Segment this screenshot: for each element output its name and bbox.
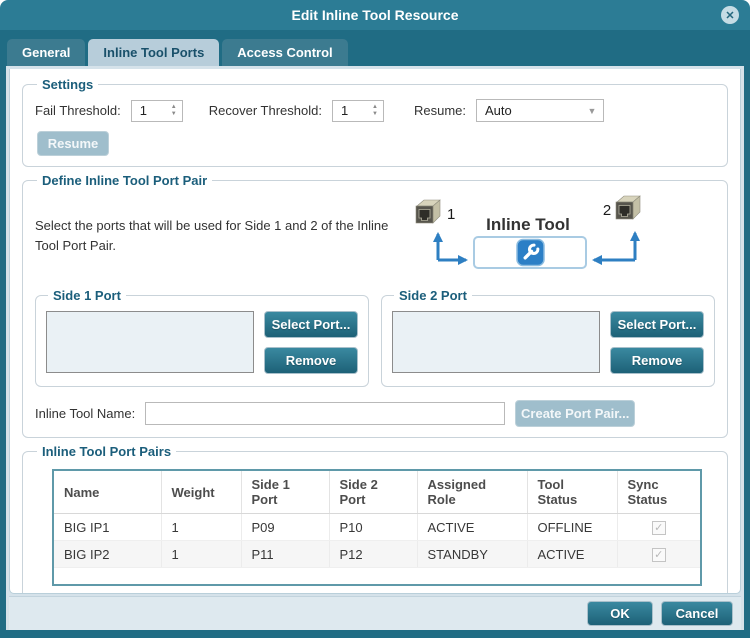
column-header-sync-status: Sync Status <box>617 470 701 514</box>
settings-group: Settings Fail Threshold: 1 ▲ ▼ Recover T… <box>22 77 728 167</box>
tab-inline-tool-ports[interactable]: Inline Tool Ports <box>88 39 219 66</box>
tab-general[interactable]: General <box>7 39 85 66</box>
cell-side1: P11 <box>241 541 329 568</box>
recover-threshold-arrows[interactable]: ▲ ▼ <box>367 104 383 118</box>
side-ports-row: Side 1 Port Select Port... Remove Side 2… <box>35 288 715 387</box>
spinner-up-icon[interactable]: ▲ <box>372 104 378 111</box>
chevron-down-icon: ▼ <box>581 106 603 116</box>
inline-tool-diagram-title: Inline Tool <box>486 215 570 234</box>
settings-row: Fail Threshold: 1 ▲ ▼ Recover Threshold:… <box>35 99 715 122</box>
side-2-port-listbox[interactable] <box>392 311 600 373</box>
cell-sync-status: ✓ <box>617 514 701 541</box>
side-1-body: Select Port... Remove <box>46 311 358 374</box>
recover-threshold-label: Recover Threshold: <box>209 103 322 118</box>
tab-access-control[interactable]: Access Control <box>222 39 347 66</box>
side-2-port-legend: Side 2 Port <box>394 288 472 303</box>
port-pairs-legend: Inline Tool Port Pairs <box>37 444 176 459</box>
inline-tool-name-input[interactable] <box>145 402 505 425</box>
cell-side2: P10 <box>329 514 417 541</box>
sync-checkbox-icon: ✓ <box>652 548 666 562</box>
side-1-port-legend: Side 1 Port <box>48 288 126 303</box>
column-header-weight: Weight <box>161 470 241 514</box>
inline-tool-name-row: Inline Tool Name: Create Port Pair... <box>35 400 715 427</box>
cell-sync-status: ✓ <box>617 541 701 568</box>
port-pair-description: Select the ports that will be used for S… <box>35 216 403 274</box>
side-2-select-port-button[interactable]: Select Port... <box>610 311 704 338</box>
cancel-button[interactable]: Cancel <box>661 601 733 626</box>
cell-tool-status: OFFLINE <box>527 514 617 541</box>
table-header-row: Name Weight Side 1 Port Side 2 Port Assi… <box>53 470 701 514</box>
sync-checkbox-icon: ✓ <box>652 521 666 535</box>
spinner-down-icon[interactable]: ▼ <box>171 111 177 118</box>
cell-weight: 1 <box>161 514 241 541</box>
inline-tool-name-label: Inline Tool Name: <box>35 406 135 421</box>
recover-threshold-value: 1 <box>333 103 367 118</box>
cell-name: BIG IP2 <box>53 541 161 568</box>
resume-button[interactable]: Resume <box>37 131 109 156</box>
column-header-side1: Side 1 Port <box>241 470 329 514</box>
cell-role: STANDBY <box>417 541 527 568</box>
cell-name: BIG IP1 <box>53 514 161 541</box>
fail-threshold-arrows[interactable]: ▲ ▼ <box>166 104 182 118</box>
dialog-footer: OK Cancel <box>9 596 741 630</box>
settings-legend: Settings <box>37 77 98 92</box>
column-header-name: Name <box>53 470 161 514</box>
fail-threshold-label: Fail Threshold: <box>35 103 121 118</box>
fail-threshold-value: 1 <box>132 103 166 118</box>
table-filler-row <box>53 568 701 585</box>
cell-role: ACTIVE <box>417 514 527 541</box>
tab-bar: General Inline Tool Ports Access Control <box>0 30 750 66</box>
side-2-port-group: Side 2 Port Select Port... Remove <box>381 288 715 387</box>
port-2-icon <box>616 196 640 219</box>
side-2-body: Select Port... Remove <box>392 311 704 374</box>
create-port-pair-button[interactable]: Create Port Pair... <box>515 400 635 427</box>
resume-dropdown-value: Auto <box>477 103 581 118</box>
table-row[interactable]: BIG IP2 1 P11 P12 STANDBY ACTIVE ✓ <box>53 541 701 568</box>
port-pairs-group: Inline Tool Port Pairs Name Weight Side … <box>22 444 728 594</box>
fail-threshold-stepper[interactable]: 1 ▲ ▼ <box>131 100 183 122</box>
cell-weight: 1 <box>161 541 241 568</box>
column-header-role: Assigned Role <box>417 470 527 514</box>
define-port-pair-group: Define Inline Tool Port Pair Select the … <box>22 173 728 438</box>
dialog-title: Edit Inline Tool Resource <box>292 7 459 23</box>
side-1-port-listbox[interactable] <box>46 311 254 373</box>
column-header-side2: Side 2 Port <box>329 470 417 514</box>
side-1-buttons: Select Port... Remove <box>264 311 358 374</box>
side-1-remove-button[interactable]: Remove <box>264 347 358 374</box>
port-2-number: 2 <box>603 202 611 219</box>
side-1-port-group: Side 1 Port Select Port... Remove <box>35 288 369 387</box>
port-1-icon <box>416 200 440 223</box>
spinner-up-icon[interactable]: ▲ <box>171 104 177 111</box>
cell-side1: P09 <box>241 514 329 541</box>
tab-content-panel: Settings Fail Threshold: 1 ▲ ▼ Recover T… <box>9 69 741 594</box>
cell-tool-status: ACTIVE <box>527 541 617 568</box>
port-pairs-table: Name Weight Side 1 Port Side 2 Port Assi… <box>52 469 702 586</box>
side-2-remove-button[interactable]: Remove <box>610 347 704 374</box>
dialog-titlebar: Edit Inline Tool Resource ✕ <box>0 0 750 30</box>
close-icon[interactable]: ✕ <box>721 6 739 24</box>
resume-label: Resume: <box>414 103 466 118</box>
dialog-frame: Settings Fail Threshold: 1 ▲ ▼ Recover T… <box>0 66 750 638</box>
define-port-pair-legend: Define Inline Tool Port Pair <box>37 173 212 188</box>
table-row[interactable]: BIG IP1 1 P09 P10 ACTIVE OFFLINE ✓ <box>53 514 701 541</box>
resume-dropdown[interactable]: Auto ▼ <box>476 99 604 122</box>
define-top-row: Select the ports that will be used for S… <box>35 192 715 274</box>
side-2-buttons: Select Port... Remove <box>610 311 704 374</box>
cell-side2: P12 <box>329 541 417 568</box>
dialog-inner: Settings Fail Threshold: 1 ▲ ▼ Recover T… <box>6 66 744 630</box>
edit-inline-tool-resource-dialog: Edit Inline Tool Resource ✕ General Inli… <box>0 0 750 638</box>
recover-threshold-stepper[interactable]: 1 ▲ ▼ <box>332 100 384 122</box>
inline-tool-diagram: 1 Inline Tool 2 <box>411 194 669 274</box>
ok-button[interactable]: OK <box>587 601 653 626</box>
port-1-number: 1 <box>447 206 455 223</box>
column-header-tool-status: Tool Status <box>527 470 617 514</box>
side-1-select-port-button[interactable]: Select Port... <box>264 311 358 338</box>
spinner-down-icon[interactable]: ▼ <box>372 111 378 118</box>
